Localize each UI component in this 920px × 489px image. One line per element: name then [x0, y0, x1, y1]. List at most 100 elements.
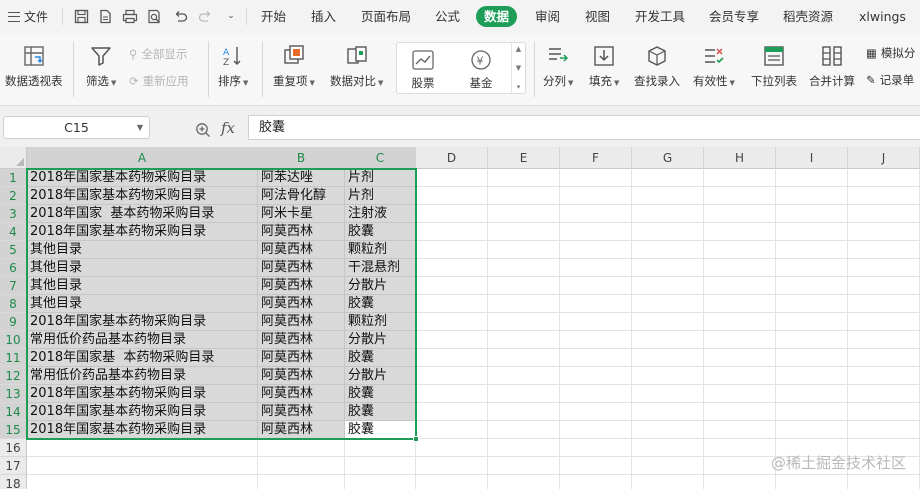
sort-button[interactable]: AZ 排序 ▼ — [218, 43, 248, 89]
row-header-3[interactable]: 3 — [0, 205, 27, 223]
cell-d12[interactable] — [416, 367, 488, 385]
export-pdf-icon[interactable] — [96, 7, 114, 25]
row-header-12[interactable]: 12 — [0, 367, 27, 385]
row-header-6[interactable]: 6 — [0, 259, 27, 277]
cell-c8[interactable]: 胶囊 — [345, 295, 416, 313]
cell-g15[interactable] — [632, 421, 704, 439]
cell-g1[interactable] — [632, 169, 704, 187]
lookup-entry-button[interactable]: 查找录入 — [634, 43, 680, 89]
cell-g9[interactable] — [632, 313, 704, 331]
column-header-a[interactable]: A — [27, 147, 258, 169]
cell-c1[interactable]: 片剂 — [345, 169, 416, 187]
cell-f3[interactable] — [560, 205, 632, 223]
cell-g10[interactable] — [632, 331, 704, 349]
cell-a7[interactable]: 其他目录 — [27, 277, 258, 295]
cell-h13[interactable] — [704, 385, 776, 403]
cell-a11[interactable]: 2018年国家基 本药物采购目录 — [27, 349, 258, 367]
data-compare-button[interactable]: 数据对比 ▼ — [330, 43, 383, 89]
cell-a17[interactable] — [27, 457, 258, 475]
row-header-8[interactable]: 8 — [0, 295, 27, 313]
cell-f5[interactable] — [560, 241, 632, 259]
cell-a3[interactable]: 2018年国家 基本药物采购目录 — [27, 205, 258, 223]
row-header-4[interactable]: 4 — [0, 223, 27, 241]
cell-f6[interactable] — [560, 259, 632, 277]
tab-page-layout[interactable]: 页面布局 — [361, 0, 411, 33]
cell-g8[interactable] — [632, 295, 704, 313]
cell-j12[interactable] — [848, 367, 920, 385]
cell-i5[interactable] — [776, 241, 848, 259]
cell-d18[interactable] — [416, 475, 488, 489]
name-box[interactable]: C15 ▼ — [3, 116, 150, 139]
row-header-5[interactable]: 5 — [0, 241, 27, 259]
cell-h9[interactable] — [704, 313, 776, 331]
row-header-11[interactable]: 11 — [0, 349, 27, 367]
cell-f17[interactable] — [560, 457, 632, 475]
cell-i10[interactable] — [776, 331, 848, 349]
cell-i1[interactable] — [776, 169, 848, 187]
cell-d9[interactable] — [416, 313, 488, 331]
cell-g4[interactable] — [632, 223, 704, 241]
expand-gallery-icon[interactable]: ▾ — [517, 83, 521, 91]
tab-insert[interactable]: 插入 — [311, 0, 336, 33]
cell-h16[interactable] — [704, 439, 776, 457]
duplicates-button[interactable]: 重复项 ▼ — [273, 43, 315, 89]
save-icon[interactable] — [72, 7, 90, 25]
cell-c12[interactable]: 分散片 — [345, 367, 416, 385]
row-header-13[interactable]: 13 — [0, 385, 27, 403]
cell-b3[interactable]: 阿米卡星 — [258, 205, 345, 223]
cell-e12[interactable] — [488, 367, 560, 385]
cell-j18[interactable] — [848, 475, 920, 489]
cell-j6[interactable] — [848, 259, 920, 277]
cell-d14[interactable] — [416, 403, 488, 421]
scroll-up-icon[interactable]: ▲ — [516, 45, 521, 53]
cell-j7[interactable] — [848, 277, 920, 295]
fill-handle[interactable] — [413, 436, 419, 442]
cell-j14[interactable] — [848, 403, 920, 421]
cell-c14[interactable]: 胶囊 — [345, 403, 416, 421]
cell-h17[interactable] — [704, 457, 776, 475]
cell-c13[interactable]: 胶囊 — [345, 385, 416, 403]
customize-toolbar-chevron-icon[interactable]: ⌄ — [222, 7, 240, 25]
cell-h10[interactable] — [704, 331, 776, 349]
cell-d6[interactable] — [416, 259, 488, 277]
cell-f14[interactable] — [560, 403, 632, 421]
dropdown-list-button[interactable]: 下拉列表 — [751, 43, 797, 89]
zoom-in-icon[interactable] — [195, 122, 211, 141]
formula-input[interactable]: 胶囊 — [248, 115, 920, 140]
row-header-1[interactable]: 1 — [0, 169, 27, 187]
cell-e9[interactable] — [488, 313, 560, 331]
cell-c16[interactable] — [345, 439, 416, 457]
print-icon[interactable] — [121, 7, 139, 25]
cell-c18[interactable] — [345, 475, 416, 489]
cell-i18[interactable] — [776, 475, 848, 489]
cell-j1[interactable] — [848, 169, 920, 187]
row-header-9[interactable]: 9 — [0, 313, 27, 331]
cell-e5[interactable] — [488, 241, 560, 259]
cell-j8[interactable] — [848, 295, 920, 313]
reapply-button[interactable]: ⟳ 重新应用 — [129, 73, 189, 89]
cell-h6[interactable] — [704, 259, 776, 277]
cell-d2[interactable] — [416, 187, 488, 205]
what-if-button[interactable]: ▦ 模拟分 — [866, 45, 915, 61]
cell-c10[interactable]: 分散片 — [345, 331, 416, 349]
cell-i14[interactable] — [776, 403, 848, 421]
cell-b17[interactable] — [258, 457, 345, 475]
column-header-i[interactable]: I — [776, 147, 848, 169]
cell-g17[interactable] — [632, 457, 704, 475]
column-header-h[interactable]: H — [704, 147, 776, 169]
cell-j4[interactable] — [848, 223, 920, 241]
cell-d17[interactable] — [416, 457, 488, 475]
cell-c4[interactable]: 胶囊 — [345, 223, 416, 241]
cell-a10[interactable]: 常用低价药品基本药物目录 — [27, 331, 258, 349]
cell-i8[interactable] — [776, 295, 848, 313]
cell-f13[interactable] — [560, 385, 632, 403]
cell-j11[interactable] — [848, 349, 920, 367]
cell-g12[interactable] — [632, 367, 704, 385]
cell-e10[interactable] — [488, 331, 560, 349]
consolidate-button[interactable]: 合并计算 — [809, 43, 855, 89]
tab-developer[interactable]: 开发工具 — [635, 0, 685, 33]
cell-b4[interactable]: 阿莫西林 — [258, 223, 345, 241]
pivot-table-button[interactable]: 数据透视表 — [5, 43, 63, 89]
row-header-10[interactable]: 10 — [0, 331, 27, 349]
cell-i11[interactable] — [776, 349, 848, 367]
